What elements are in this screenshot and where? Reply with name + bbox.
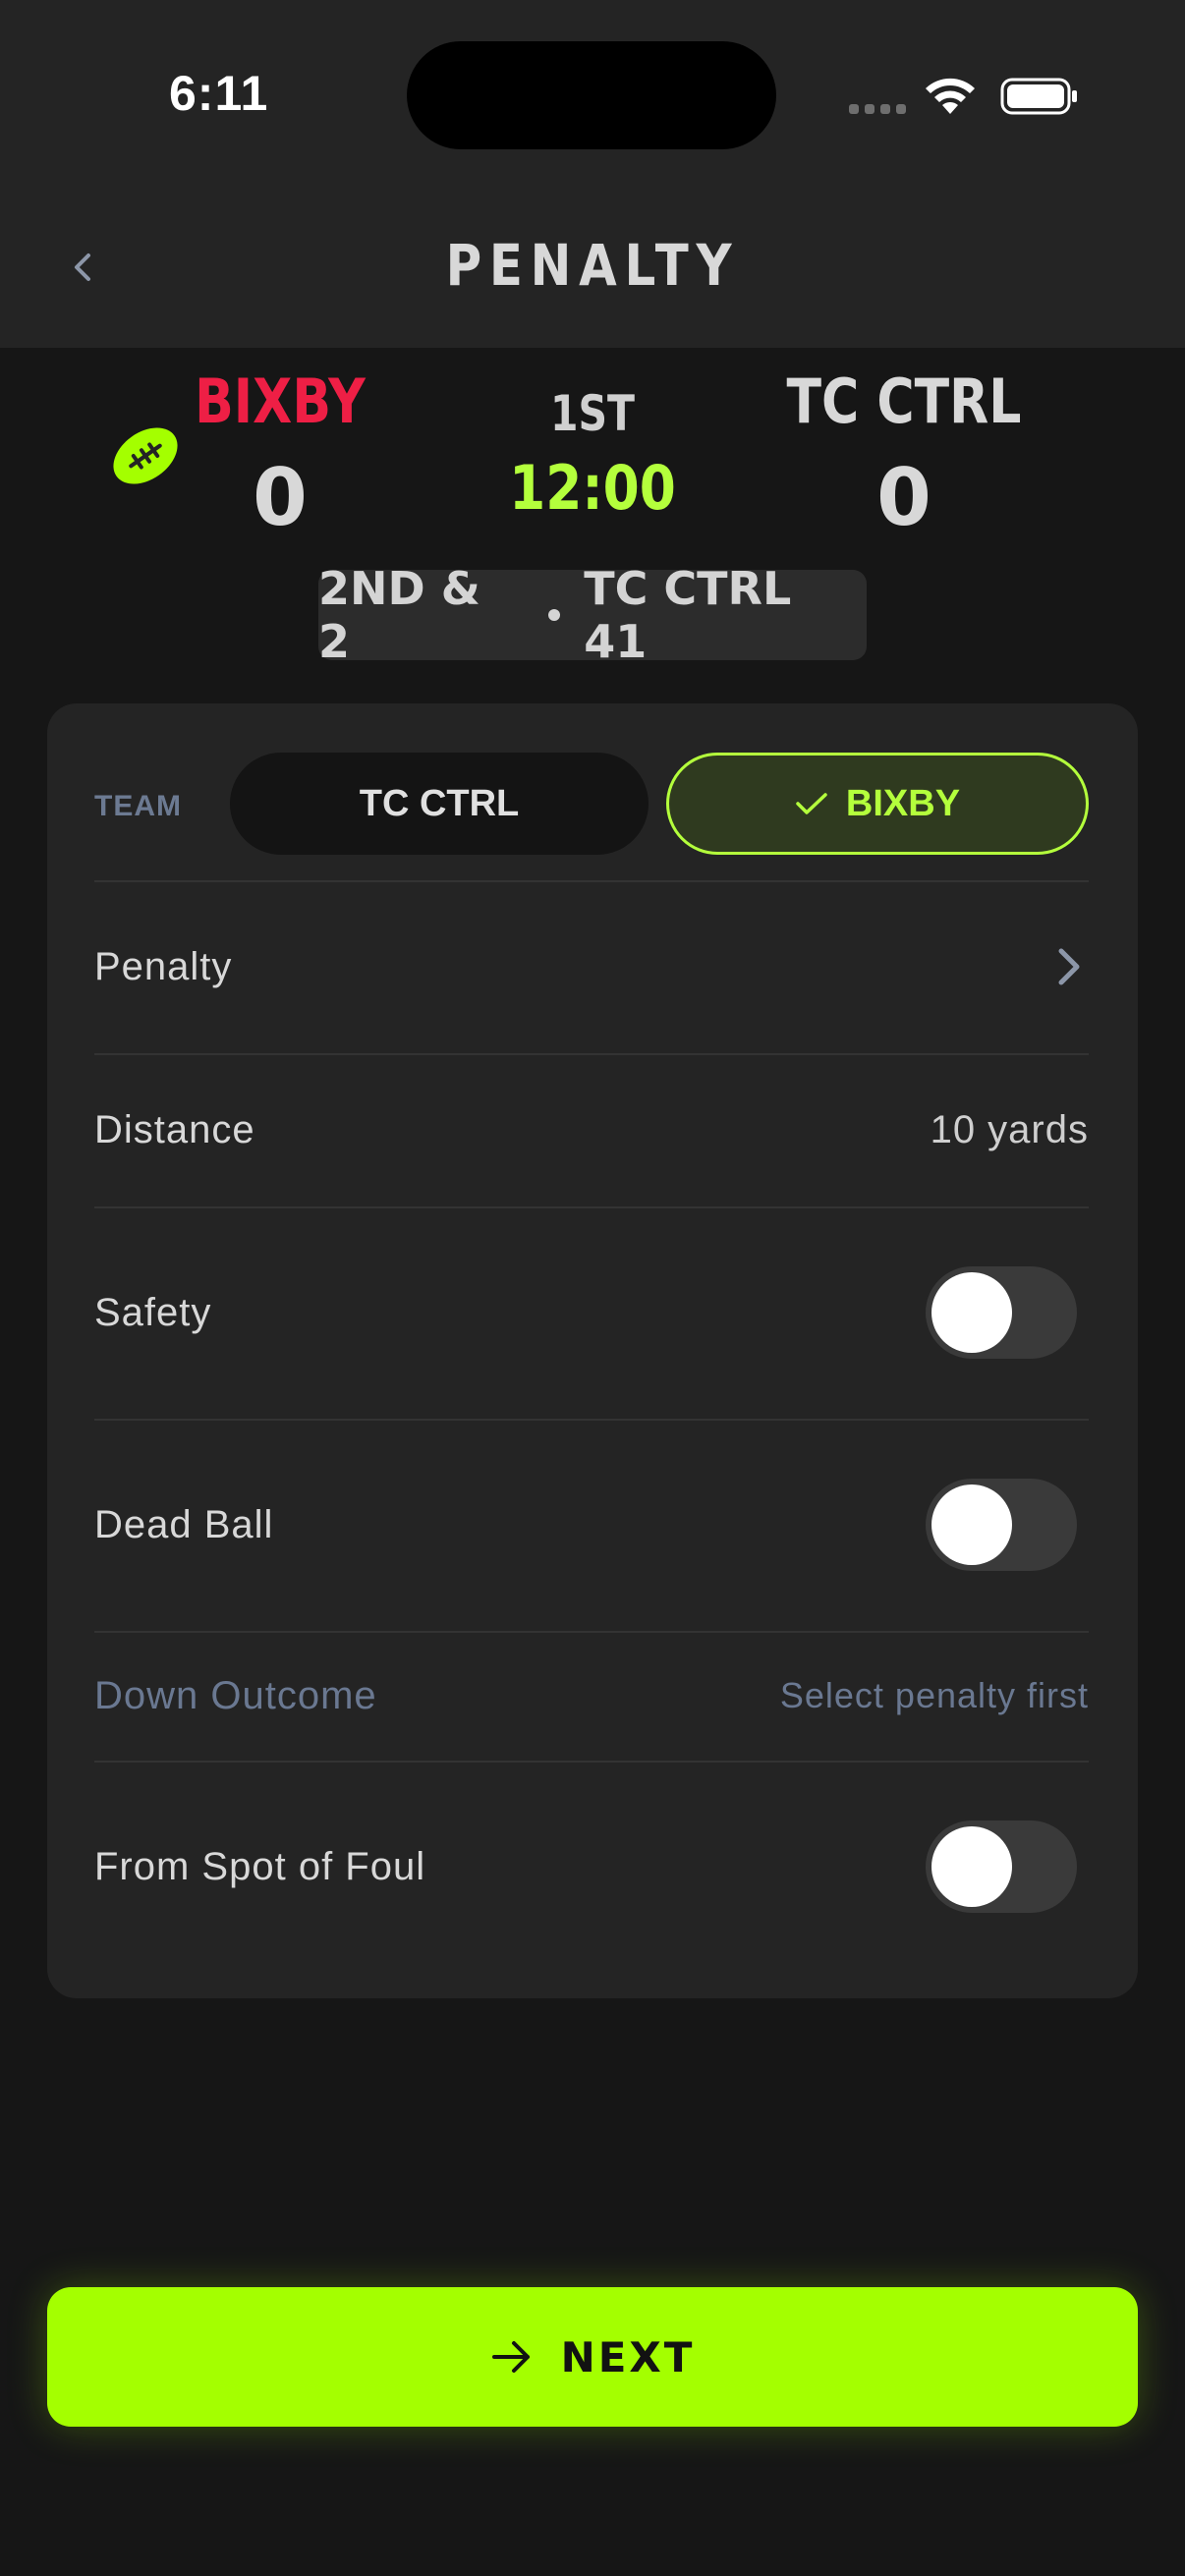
signal-icon <box>849 104 906 114</box>
dead-ball-toggle[interactable] <box>926 1479 1077 1571</box>
spot-of-foul-toggle[interactable] <box>926 1820 1077 1913</box>
penalty-form-card: TEAM TC CTRL BIXBY Penalty Distance 10 y… <box>47 703 1138 1998</box>
penalty-screen: 6:11 PENALTY BIXBY 0 1ST 12:00 TC CTRL 0… <box>0 0 1185 2576</box>
down-distance: 2ND & 2 <box>318 562 480 668</box>
checkmark-icon <box>796 793 827 814</box>
wifi-icon <box>926 78 975 114</box>
separator-dot <box>548 609 561 621</box>
down-distance-chip: 2ND & 2 TC CTRL 41 <box>318 562 867 668</box>
down-outcome-label: Down Outcome <box>94 1673 377 1717</box>
next-button[interactable]: NEXT <box>47 2287 1138 2427</box>
dead-ball-label: Dead Ball <box>94 1502 274 1546</box>
toggle-knob <box>931 1272 1012 1353</box>
penalty-row[interactable]: Penalty <box>94 880 1089 1053</box>
spot-of-foul-label: From Spot of Foul <box>94 1844 426 1888</box>
team-option-label: TC CTRL <box>359 782 520 824</box>
dynamic-island <box>407 41 776 149</box>
spot-of-foul-row: From Spot of Foul <box>94 1761 1089 1973</box>
distance-value: 10 yards <box>930 1107 1089 1151</box>
away-team-name: TC CTRL <box>786 365 1022 437</box>
distance-label: Distance <box>94 1107 255 1151</box>
penalty-label: Penalty <box>94 944 233 988</box>
team-label: TEAM <box>94 790 182 822</box>
game-period: 1ST <box>549 385 636 442</box>
down-outcome-value: Select penalty first <box>779 1675 1089 1715</box>
field-position: TC CTRL 41 <box>584 562 792 668</box>
next-button-label: NEXT <box>560 2332 696 2381</box>
team-option-label: BIXBY <box>845 782 961 824</box>
toggle-knob <box>931 1484 1012 1565</box>
away-team-score: 0 <box>876 452 931 543</box>
distance-row: Distance 10 yards <box>94 1053 1089 1206</box>
safety-label: Safety <box>94 1290 212 1334</box>
safety-toggle[interactable] <box>926 1266 1077 1359</box>
team-option-tc-ctrl[interactable]: TC CTRL <box>230 753 649 855</box>
dead-ball-row: Dead Ball <box>94 1419 1089 1631</box>
toggle-knob <box>931 1826 1012 1907</box>
status-time: 6:11 <box>169 66 269 121</box>
home-team-score: 0 <box>253 452 308 543</box>
down-outcome-row: Down Outcome Select penalty first <box>94 1631 1089 1761</box>
home-team-name: BIXBY <box>195 365 366 437</box>
safety-row: Safety <box>94 1206 1089 1419</box>
chevron-right-icon <box>1049 939 1089 994</box>
team-option-bixby[interactable]: BIXBY <box>666 753 1089 855</box>
header-bar: 6:11 PENALTY <box>0 0 1185 348</box>
page-title: PENALTY <box>445 232 740 299</box>
arrow-right-icon <box>491 2341 530 2373</box>
battery-icon <box>1000 78 1077 115</box>
game-clock: 12:00 <box>509 452 676 524</box>
